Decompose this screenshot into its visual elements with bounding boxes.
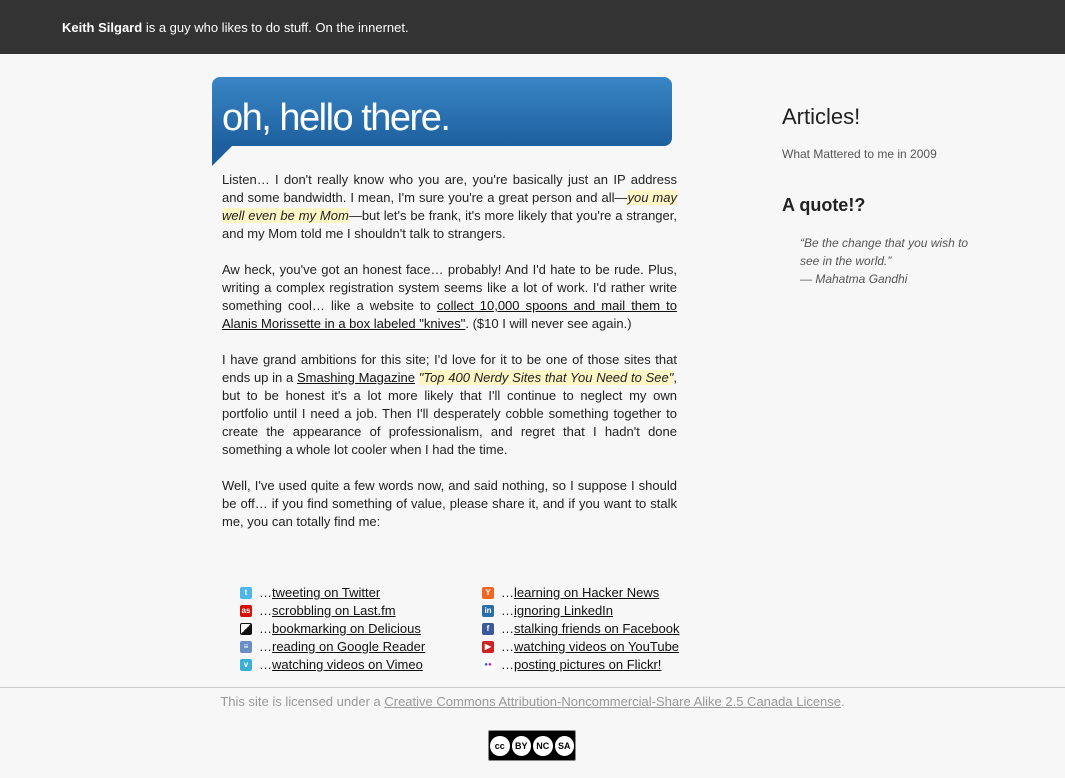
google-reader-icon: ≡ — [240, 641, 252, 653]
social-links-right: Y… learning on Hacker News in… ignoring Lin… — [482, 584, 679, 674]
social-link-row: ●● … posting pictures on Flickr! — [482, 656, 679, 674]
social-link-row: v … watching videos on Vimeo — [240, 656, 425, 674]
page-title: oh, hello there. — [222, 97, 451, 139]
link-prefix: … — [501, 639, 514, 654]
site-owner-name: Keith Silgard — [62, 19, 143, 35]
link-prefix: … — [501, 657, 514, 672]
intro-text: Listen… I don't really know who you are,… — [222, 171, 677, 549]
social-link[interactable]: scrobbling on Last.fm — [272, 602, 396, 620]
sa-icon: SA — [554, 735, 574, 756]
social-links-left: t… tweeting on Twitter as… scrobbling on La… — [240, 584, 425, 674]
link-prefix: … — [259, 621, 272, 636]
link-prefix: … — [501, 585, 514, 600]
quote-block: “Be the change that you wish to see in t… — [800, 234, 982, 288]
social-link-row: f … stalking friends on Facebook — [482, 620, 679, 638]
social-link-row: t … tweeting on Twitter — [240, 584, 425, 602]
vimeo-icon: v — [240, 659, 252, 671]
hero-banner: oh, hello there. — [212, 77, 672, 166]
top-bar: Keith Silgard is a guy who likes to do s… — [0, 0, 1065, 54]
social-link-row: in … ignoring LinkedIn — [482, 602, 679, 620]
link-prefix: … — [259, 585, 272, 600]
social-link[interactable]: watching videos on YouTube — [514, 638, 679, 656]
p2-text-b: . ($10 I will never see again.) — [465, 316, 632, 331]
quote-heading: A quote!? — [782, 195, 866, 215]
delicious-icon — [240, 623, 252, 635]
facebook-icon: f — [482, 623, 494, 635]
cc-icon: cc — [490, 735, 510, 756]
article-link[interactable]: What Mattered to me in 2009 — [782, 147, 982, 161]
twitter-icon: t — [240, 587, 252, 599]
footer-divider — [0, 687, 1065, 688]
social-link[interactable]: reading on Google Reader — [272, 638, 425, 656]
page-body: oh, hello there. Listen… I don't really … — [0, 54, 1065, 778]
linkedin-icon: in — [482, 605, 494, 617]
social-link-row: ≡ … reading on Google Reader — [240, 638, 425, 656]
social-link[interactable]: bookmarking on Delicious — [272, 620, 421, 638]
license-prefix: This site is licensed under a — [220, 694, 385, 709]
flickr-icon: ●● — [482, 659, 494, 671]
quote-author: — Mahatma Gandhi — [800, 272, 908, 286]
banner-tail — [212, 146, 232, 166]
nc-icon: NC — [533, 735, 553, 756]
hacker-news-icon: Y — [482, 587, 494, 599]
intro-paragraph-3: I have grand ambitions for this site; I'… — [222, 351, 677, 459]
license-suffix: . — [841, 694, 845, 709]
license-text: This site is licensed under a Creative C… — [0, 694, 1065, 709]
social-link[interactable]: tweeting on Twitter — [272, 584, 380, 602]
link-prefix: … — [501, 603, 514, 618]
articles-heading: Articles! — [782, 104, 861, 129]
social-link[interactable]: posting pictures on Flickr! — [514, 656, 661, 674]
p1-text-a: Listen… I don't really know who you are,… — [222, 172, 677, 205]
license-link[interactable]: Creative Commons Attribution-Noncommerci… — [384, 694, 841, 709]
cc-license-badge[interactable]: cc BY NC SA — [488, 730, 576, 761]
link-prefix: … — [259, 657, 272, 672]
social-link-row: … bookmarking on Delicious — [240, 620, 425, 638]
link-prefix: … — [259, 603, 272, 618]
social-link-row: ▶ … watching videos on YouTube — [482, 638, 679, 656]
youtube-icon: ▶ — [482, 641, 494, 653]
social-link[interactable]: ignoring LinkedIn — [514, 602, 613, 620]
smashing-magazine-link[interactable]: Smashing Magazine — [297, 370, 415, 385]
intro-paragraph-4: Well, I've used quite a few words now, a… — [222, 478, 677, 529]
social-link[interactable]: stalking friends on Facebook — [514, 620, 679, 638]
sidebar: Articles! What Mattered to me in 2009 A … — [782, 104, 982, 288]
link-prefix: … — [259, 639, 272, 654]
lastfm-icon: as — [240, 605, 252, 617]
social-link[interactable]: learning on Hacker News — [514, 584, 659, 602]
site-tagline: is a guy who likes to do stuff. On the i… — [145, 19, 409, 35]
social-link-row: as … scrobbling on Last.fm — [240, 602, 425, 620]
social-link-row: Y … learning on Hacker News — [482, 584, 679, 602]
intro-paragraph-1: Listen… I don't really know who you are,… — [222, 171, 677, 243]
quote-text: “Be the change that you wish to see in t… — [800, 236, 969, 268]
link-prefix: … — [501, 621, 514, 636]
social-link[interactable]: watching videos on Vimeo — [272, 656, 423, 674]
intro-paragraph-2: Aw heck, you've got an honest face… prob… — [222, 261, 677, 333]
p3-highlight: "Top 400 Nerdy Sites that You Need to Se… — [418, 370, 674, 385]
by-icon: BY — [511, 735, 531, 756]
